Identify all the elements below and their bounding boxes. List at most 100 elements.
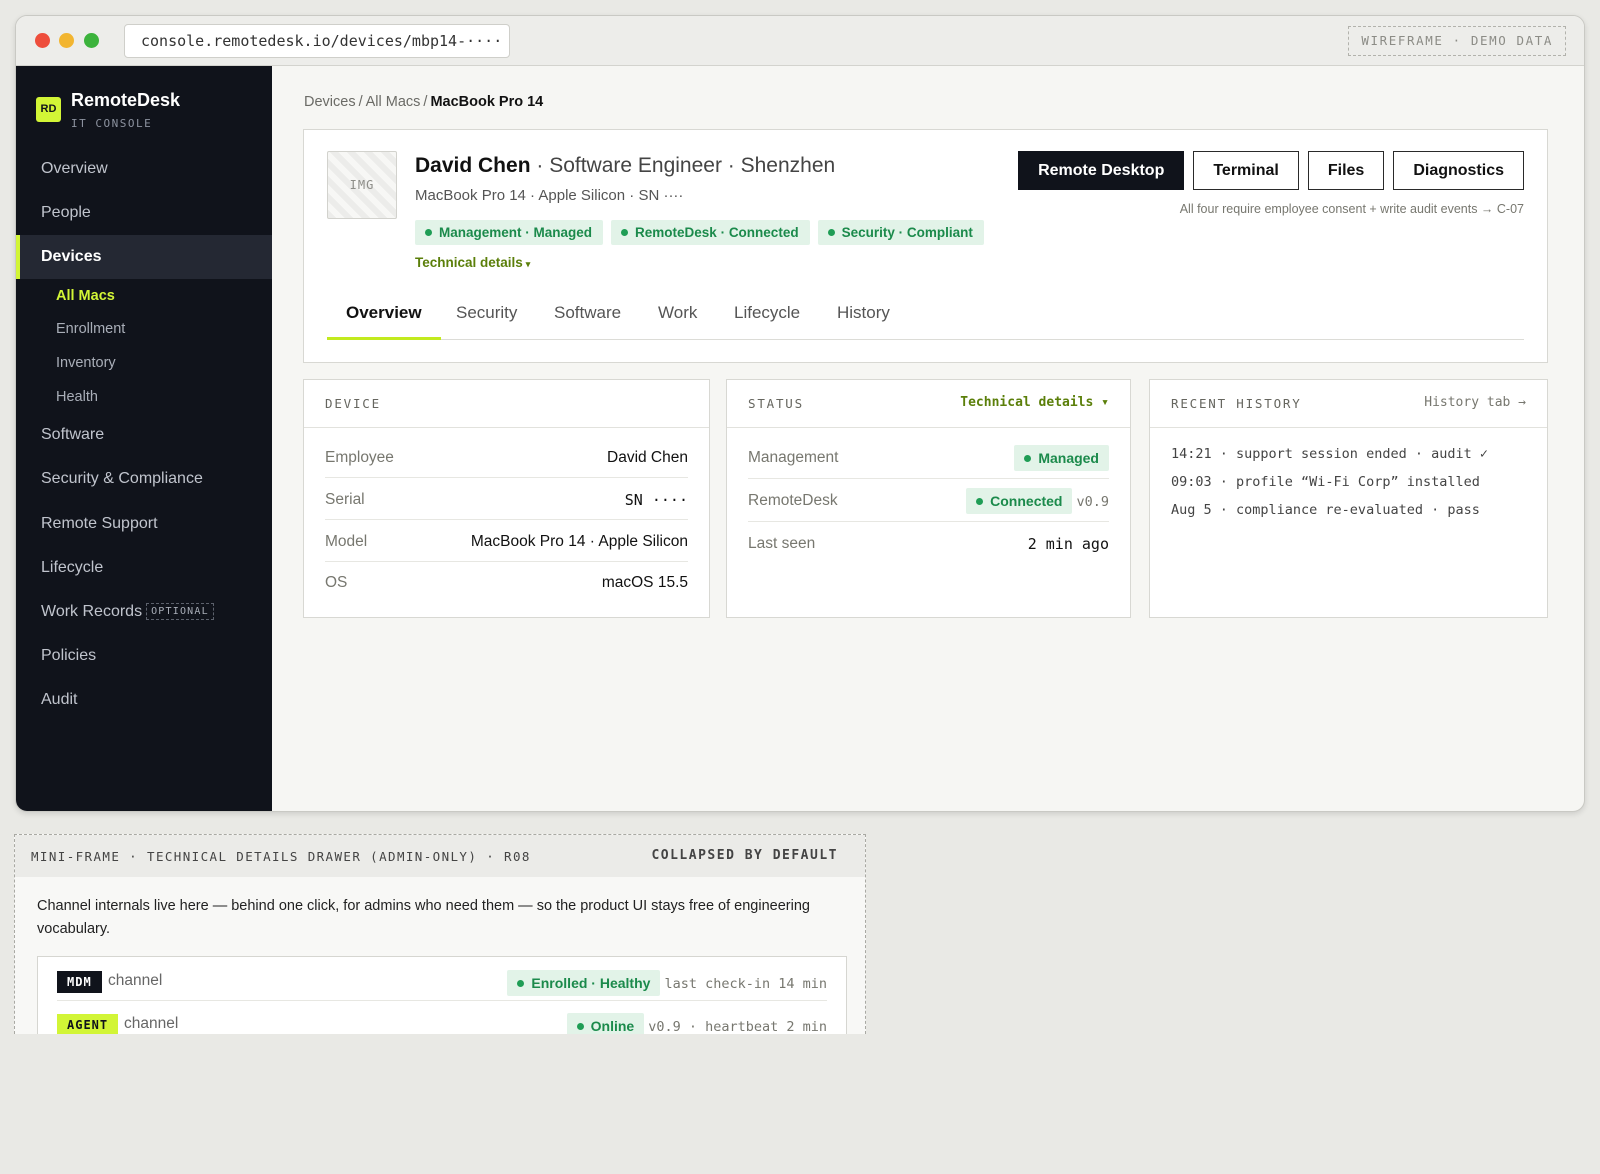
close-window-button[interactable] bbox=[35, 33, 50, 48]
status-row: Last seen 2 min ago bbox=[748, 522, 1109, 564]
mini-frame-state: COLLAPSED BY DEFAULT bbox=[651, 848, 838, 863]
sidebar-subitem-all-macs[interactable]: All Macs bbox=[16, 280, 272, 312]
breadcrumb: Devices / All Macs / MacBook Pro 14 bbox=[304, 94, 543, 110]
minimize-window-button[interactable] bbox=[59, 33, 74, 48]
status-badge-remotedesk: RemoteDesk · Connected bbox=[611, 220, 810, 245]
sidebar-subitem-inventory[interactable]: Inventory bbox=[16, 347, 272, 379]
breadcrumb-devices[interactable]: Devices bbox=[304, 94, 356, 110]
recent-history-panel: RECENT HISTORY History tab → 14:21 · sup… bbox=[1149, 379, 1548, 618]
detail-key: Serial bbox=[325, 491, 365, 508]
history-tab-link[interactable]: History tab → bbox=[1424, 395, 1526, 410]
detail-row: Serial SN ···· bbox=[325, 478, 688, 520]
sidebar-item-people[interactable]: People bbox=[16, 191, 272, 235]
status-badge: Managed bbox=[1014, 445, 1109, 471]
action-buttons: Remote Desktop Terminal Files Diagnostic… bbox=[1018, 151, 1524, 190]
breadcrumb-current: MacBook Pro 14 bbox=[430, 94, 544, 110]
remote-desktop-button[interactable]: Remote Desktop bbox=[1018, 151, 1185, 190]
tab-lifecycle[interactable]: Lifecycle bbox=[715, 290, 819, 340]
sidebar-item-devices[interactable]: Devices bbox=[16, 235, 272, 279]
version-label: v0.9 bbox=[1076, 494, 1109, 510]
history-item: 14:21 · support session ended · audit ✓ bbox=[1171, 446, 1488, 462]
channel-meta: last check-in 14 min bbox=[664, 976, 827, 992]
diagnostics-button[interactable]: Diagnostics bbox=[1393, 151, 1524, 190]
detail-value: David Chen bbox=[607, 449, 688, 466]
tab-software[interactable]: Software bbox=[535, 290, 640, 340]
status-value: Managed bbox=[1014, 445, 1109, 471]
status-row: Management Managed bbox=[748, 436, 1109, 479]
sidebar-item-policies[interactable]: Policies bbox=[16, 634, 272, 678]
panel-header: DEVICE bbox=[304, 380, 709, 428]
tab-overview[interactable]: Overview bbox=[327, 290, 441, 340]
sidebar-item-software[interactable]: Software bbox=[16, 413, 272, 457]
status-badge: Online bbox=[566, 1013, 645, 1034]
logo: RD bbox=[36, 97, 61, 122]
sidebar-item-work-records[interactable]: Work Records OPTIONAL bbox=[16, 590, 272, 634]
channel-meta: v0.9 · heartbeat 2 min bbox=[648, 1019, 827, 1034]
breadcrumb-separator: / bbox=[358, 94, 363, 110]
technical-details-label: Technical details bbox=[415, 255, 523, 270]
history-item: 09:03 · profile “Wi-Fi Corp” installed bbox=[1171, 474, 1480, 490]
tab-history[interactable]: History bbox=[818, 290, 909, 340]
sidebar-item-security-compliance[interactable]: Security & Compliance bbox=[16, 457, 272, 501]
status-key: Management bbox=[748, 449, 839, 466]
browser-window: console.remotedesk.io/devices/mbp14-····… bbox=[15, 15, 1585, 812]
technical-details-toggle[interactable]: Technical details ▾ bbox=[415, 255, 530, 270]
caret-down-icon: ▾ bbox=[525, 259, 531, 269]
tab-work[interactable]: Work bbox=[639, 290, 716, 340]
sidebar-item-label: Work Records bbox=[41, 603, 143, 620]
mini-frame-header: MINI-FRAME · TECHNICAL DETAILS DRAWER (A… bbox=[15, 835, 865, 877]
device-panel: DEVICE Employee David Chen Serial SN ···… bbox=[303, 379, 710, 618]
address-bar[interactable]: console.remotedesk.io/devices/mbp14-···· bbox=[124, 24, 510, 58]
device-owner-title: David Chen · Software Engineer · Shenzhe… bbox=[415, 154, 835, 178]
status-badge-security: Security · Compliant bbox=[817, 220, 984, 245]
mini-frame-title: MINI-FRAME · TECHNICAL DETAILS DRAWER (A… bbox=[31, 849, 531, 864]
sidebar-item-remote-support[interactable]: Remote Support bbox=[16, 502, 272, 546]
channel-row: MDM channel Enrolled · Healthy last check… bbox=[57, 957, 827, 1001]
panel-header: RECENT HISTORY History tab → bbox=[1150, 380, 1547, 428]
wireframe-badge: WIREFRAME · DEMO DATA bbox=[1348, 26, 1566, 56]
panel-title: RECENT HISTORY bbox=[1171, 396, 1302, 411]
optional-badge: OPTIONAL bbox=[146, 603, 214, 620]
panel-header: STATUS Technical details ▾ bbox=[727, 380, 1130, 428]
browser-chrome: console.remotedesk.io/devices/mbp14-····… bbox=[16, 16, 1584, 66]
channel-label: channel bbox=[108, 972, 163, 989]
sidebar-item-overview[interactable]: Overview bbox=[16, 147, 272, 191]
technical-details-link[interactable]: Technical details ▾ bbox=[960, 395, 1109, 410]
status-value: 2 min ago bbox=[1027, 535, 1109, 553]
files-button[interactable]: Files bbox=[1307, 151, 1385, 190]
detail-value: MacBook Pro 14 · Apple Silicon bbox=[470, 533, 688, 550]
status-panel: STATUS Technical details ▾ Management Ma… bbox=[726, 379, 1131, 618]
maximize-window-button[interactable] bbox=[84, 33, 99, 48]
detail-row: Employee David Chen bbox=[325, 436, 688, 478]
device-model-line: MacBook Pro 14 · Apple Silicon · SN ···· bbox=[415, 187, 684, 204]
device-image-placeholder: IMG bbox=[327, 151, 397, 219]
sidebar-item-lifecycle[interactable]: Lifecycle bbox=[16, 546, 272, 590]
sidebar: RD RemoteDesk IT CONSOLE Overview People… bbox=[16, 66, 272, 811]
breadcrumb-separator: / bbox=[423, 94, 428, 110]
channel-label: channel bbox=[124, 1015, 179, 1032]
employee-name: David Chen bbox=[415, 154, 531, 177]
sidebar-item-audit[interactable]: Audit bbox=[16, 678, 272, 722]
detail-value: SN ···· bbox=[624, 491, 688, 509]
status-badge: Enrolled · Healthy bbox=[507, 970, 661, 996]
device-tabs: Overview Security Software Work Lifecycl… bbox=[327, 290, 1524, 340]
breadcrumb-all-macs[interactable]: All Macs bbox=[366, 94, 421, 110]
detail-value: macOS 15.5 bbox=[601, 574, 688, 591]
consent-note: All four require employee consent + writ… bbox=[1179, 202, 1524, 216]
channel-status: Online v0.9 · heartbeat 2 min bbox=[566, 1013, 827, 1034]
detail-key: OS bbox=[325, 574, 348, 591]
panel-title: STATUS bbox=[748, 396, 804, 411]
sidebar-subitem-health[interactable]: Health bbox=[16, 381, 272, 413]
status-badge-management: Management · Managed bbox=[415, 220, 604, 245]
channel-tag-agent: AGENT bbox=[57, 1014, 119, 1034]
tab-security[interactable]: Security bbox=[437, 290, 536, 340]
detail-row: OS macOS 15.5 bbox=[325, 561, 688, 603]
sidebar-subitem-enrollment[interactable]: Enrollment bbox=[16, 313, 272, 345]
status-key: RemoteDesk bbox=[748, 492, 838, 509]
detail-key: Employee bbox=[325, 449, 394, 466]
channel-row: AGENT channel Online v0.9 · heartbeat 2 m… bbox=[57, 1001, 827, 1034]
role-location: · Software Engineer · Shenzhen bbox=[530, 154, 836, 177]
status-pills: Management · Managed RemoteDesk · Connec… bbox=[415, 220, 984, 245]
status-key: Last seen bbox=[748, 535, 816, 552]
terminal-button[interactable]: Terminal bbox=[1193, 151, 1299, 190]
